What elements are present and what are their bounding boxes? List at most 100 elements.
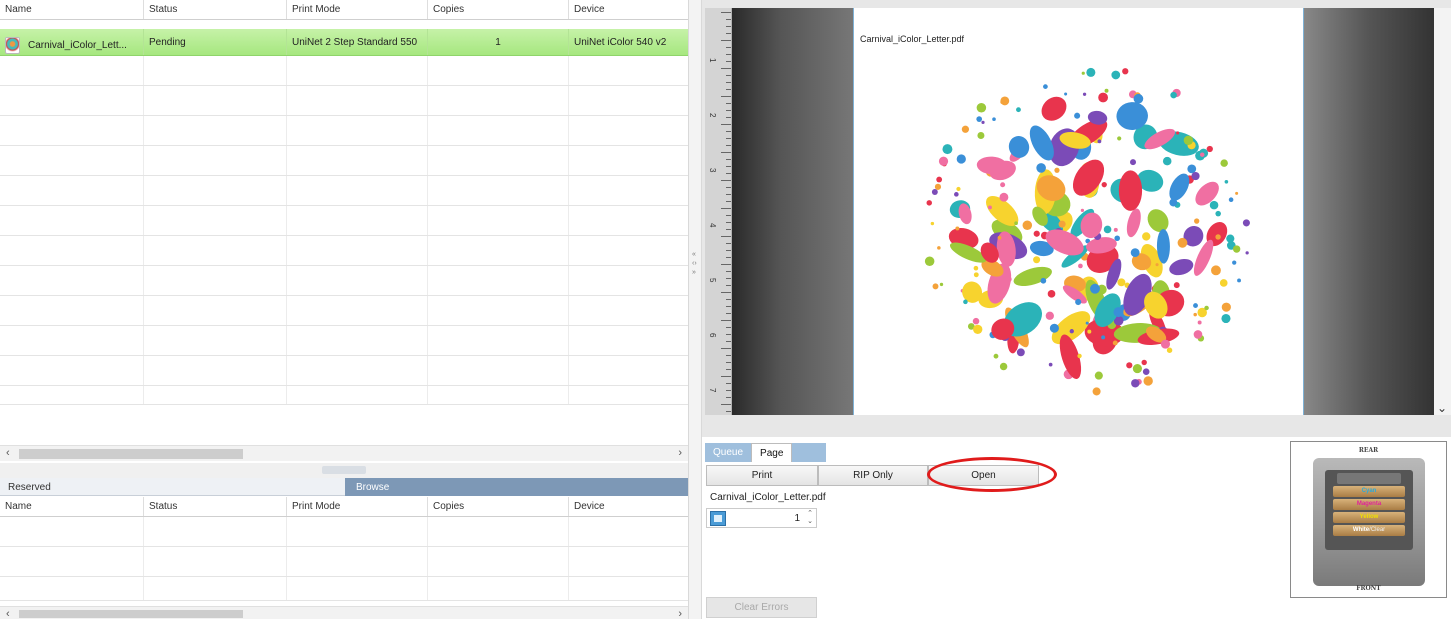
ruler-tick	[721, 236, 731, 237]
app-window: Name Status Print Mode Copies Device Car…	[0, 0, 1451, 619]
queue-table: Name Status Print Mode Copies Device Car…	[0, 0, 688, 405]
confetti-shape	[1074, 112, 1081, 119]
table-row	[0, 86, 688, 116]
ruler-tick	[726, 278, 731, 279]
tray-slot-yellow: Yellow	[1333, 512, 1405, 523]
column-header-print-mode[interactable]: Print Mode	[287, 0, 428, 19]
confetti-shape	[1047, 290, 1056, 298]
confetti-shape	[934, 183, 942, 190]
column-header-status[interactable]: Status	[144, 0, 287, 19]
scroll-left-icon[interactable]: ‹	[6, 608, 10, 619]
confetti-shape	[939, 282, 944, 287]
print-button[interactable]: Print	[706, 465, 818, 486]
table-row	[0, 176, 688, 206]
table-row	[0, 236, 688, 266]
confetti-shape	[1008, 342, 1018, 352]
confetti-shape	[954, 192, 959, 197]
table-row[interactable]: Carnival_iColor_Lett... Pending UniNet 2…	[0, 29, 688, 56]
confetti-shape	[1242, 219, 1250, 227]
confetti-shape	[1022, 220, 1033, 231]
confetti-shape	[1162, 156, 1172, 166]
scroll-right-icon[interactable]: ›	[678, 608, 682, 619]
table-row	[0, 116, 688, 146]
scrollbar-thumb[interactable]	[19, 610, 243, 618]
chevron-down-icon[interactable]: ⌄	[1437, 401, 1447, 415]
confetti-shape	[1097, 139, 1102, 144]
column-header-name[interactable]: Name	[0, 0, 144, 19]
column-header-copies[interactable]: Copies	[428, 0, 569, 19]
confetti-shape	[938, 156, 949, 166]
ruler-tick	[726, 54, 731, 55]
rip-only-button[interactable]: RIP Only	[818, 465, 928, 486]
confetti-shape	[1194, 218, 1200, 224]
scroll-right-icon[interactable]: ›	[678, 447, 682, 459]
confetti-shape	[1014, 221, 1018, 226]
ruler-tick	[726, 327, 731, 328]
confetti-shape	[1101, 182, 1107, 188]
ruler-tick	[721, 404, 731, 405]
ruler-tick	[726, 257, 731, 258]
vertical-splitter[interactable]: «‹›»	[688, 0, 702, 619]
table-row	[0, 146, 688, 176]
tab-browse[interactable]: Browse	[345, 478, 688, 496]
ruler-tick	[721, 124, 731, 125]
ruler-tick	[726, 222, 731, 223]
clear-errors-button[interactable]: Clear Errors	[706, 597, 817, 618]
scroll-left-icon[interactable]: ‹	[6, 447, 10, 459]
tab-page[interactable]: Page	[751, 443, 793, 462]
confetti-shape	[1085, 321, 1089, 325]
table-row	[0, 577, 688, 601]
ruler-tick	[721, 292, 731, 293]
splitter-grip[interactable]	[322, 466, 366, 474]
browse-table-header: Name Status Print Mode Copies Device	[0, 497, 688, 517]
queue-horizontal-scrollbar[interactable]: ‹ ›	[0, 445, 688, 461]
browse-horizontal-scrollbar[interactable]: ‹ ›	[0, 606, 688, 619]
ruler-tick	[726, 397, 731, 398]
column-header-name[interactable]: Name	[0, 497, 144, 516]
collapse-arrows-icon[interactable]: «‹›»	[692, 250, 697, 277]
ruler-label: 1	[708, 58, 717, 63]
ruler-tick	[726, 313, 731, 314]
job-copies-cell: 1	[428, 29, 569, 55]
confetti-shape	[1221, 313, 1231, 324]
confetti-shape	[1033, 256, 1041, 264]
confetti-shape	[1130, 248, 1140, 258]
tab-queue[interactable]: Queue	[705, 443, 752, 462]
scrollbar-thumb[interactable]	[19, 449, 243, 459]
confetti-shape	[997, 235, 1002, 240]
tab-reserved[interactable]: Reserved	[0, 478, 345, 496]
confetti-shape	[973, 265, 979, 271]
copies-stepper[interactable]: 1 ⌃ ⌄	[706, 508, 817, 528]
confetti-shape	[1195, 181, 1219, 206]
column-header-device[interactable]: Device	[569, 0, 688, 19]
preview-scrollbar[interactable]: ⌄	[1434, 8, 1451, 415]
queue-table-header: Name Status Print Mode Copies Device	[0, 0, 688, 20]
confetti-shape	[1094, 371, 1103, 380]
ruler-tick	[726, 19, 731, 20]
column-header-status[interactable]: Status	[144, 497, 287, 516]
column-header-copies[interactable]: Copies	[428, 497, 569, 516]
ruler-tick	[726, 215, 731, 216]
confetti-shape	[1215, 210, 1221, 217]
confetti-shape	[1126, 362, 1133, 369]
empty-rows	[0, 56, 688, 405]
confetti-shape	[1075, 298, 1082, 306]
ruler-label: 3	[708, 168, 717, 173]
confetti-shape	[1101, 335, 1106, 340]
ruler-tick	[721, 180, 731, 181]
tray-slot-empty	[1337, 473, 1401, 484]
confetti-shape	[1113, 227, 1118, 232]
tab-strip-fill	[792, 443, 827, 462]
confetti-shape	[1043, 84, 1048, 89]
horizontal-splitter[interactable]	[0, 463, 688, 478]
copies-value[interactable]: 1	[794, 513, 800, 524]
tray-slot-white: White/Clear	[1333, 525, 1405, 536]
column-header-device[interactable]: Device	[569, 497, 688, 516]
preview-margin-left	[732, 8, 853, 415]
ruler-tick	[726, 75, 731, 76]
confetti-shape	[1245, 251, 1249, 255]
stepper-arrows-icon[interactable]: ⌃ ⌄	[807, 510, 813, 526]
confetti-shape	[1013, 266, 1052, 287]
column-header-print-mode[interactable]: Print Mode	[287, 497, 428, 516]
confetti-shape	[1160, 339, 1171, 349]
